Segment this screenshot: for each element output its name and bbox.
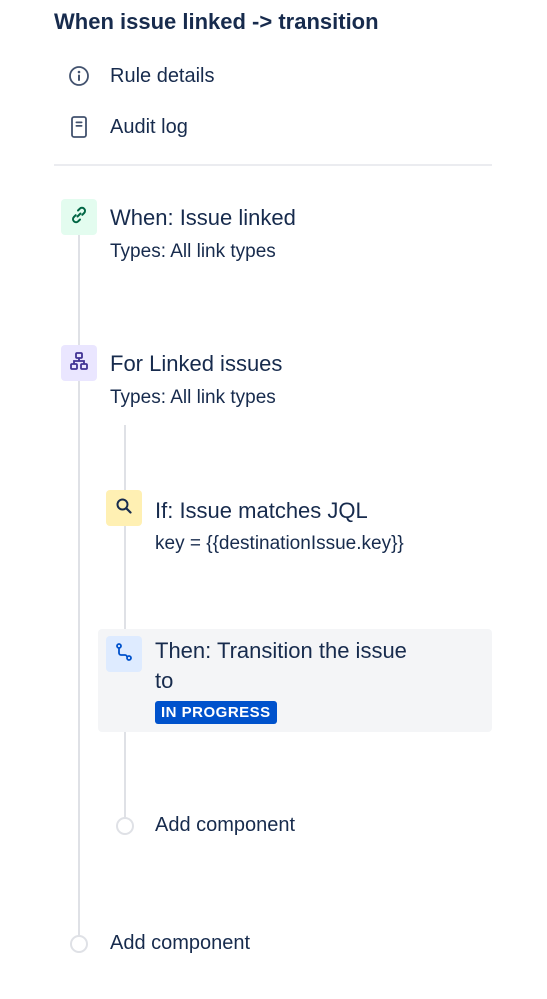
rule-details-link[interactable]: Rule details [66,60,215,92]
hierarchy-icon [69,351,89,376]
branch-add-dot [116,817,134,835]
condition-subtitle: key = {{destinationIssue.key}} [155,533,404,554]
action-title-line2: to [155,668,174,693]
condition-icon-box[interactable] [106,490,142,526]
info-icon [66,63,92,89]
audit-log-link[interactable]: Audit log [66,111,188,143]
status-lozenge: IN PROGRESS [155,701,277,724]
branch-subtitle: Types: All link types [110,387,276,408]
action-icon-box[interactable] [106,636,142,672]
action-title-line1[interactable]: Then: Transition the issue [155,636,407,666]
trigger-title[interactable]: When: Issue linked [110,203,296,233]
divider [54,164,492,166]
rule-add-component-button[interactable]: Add component [110,929,250,957]
document-icon [66,114,92,140]
condition-title[interactable]: If: Issue matches JQL [155,496,368,526]
branch-add-component-button[interactable]: Add component [155,811,295,839]
branch-title[interactable]: For Linked issues [110,349,282,379]
branch-connector-line [124,425,126,819]
audit-log-label: Audit log [110,116,188,138]
trigger-subtitle: Types: All link types [110,241,276,262]
rule-add-dot [70,935,88,953]
link-icon [69,205,89,230]
branch-icon-box[interactable] [61,345,97,381]
search-icon [114,496,134,521]
rule-details-label: Rule details [110,65,215,87]
rule-connector-line [78,218,80,938]
rule-title: When issue linked -> transition [54,9,379,34]
trigger-icon-box[interactable] [61,199,97,235]
transition-icon [114,642,134,667]
